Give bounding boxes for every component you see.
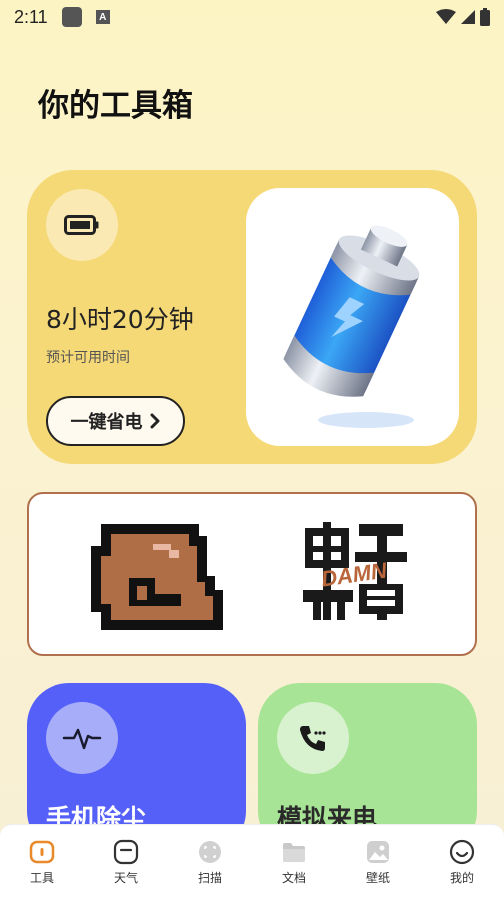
toolbox-icon <box>29 839 55 865</box>
status-bar: 2:11 A <box>0 0 504 34</box>
status-time: 2:11 <box>14 6 48 27</box>
wifi-icon <box>436 9 456 24</box>
nav-label-scan: 扫描 <box>197 871 222 885</box>
banner-art: DAMN <box>91 522 407 630</box>
weather-icon <box>113 839 139 865</box>
nav-label-me: 我的 <box>449 871 474 885</box>
chevron-right-icon <box>150 413 159 429</box>
nav-label-docs: 文档 <box>281 871 306 885</box>
nav-item-scan[interactable]: 扫描 <box>180 839 240 886</box>
tile-icon-circle <box>277 702 349 774</box>
pulse-icon <box>62 728 102 750</box>
battery-icon <box>64 215 99 235</box>
tile-icon-circle <box>46 702 118 774</box>
smile-icon <box>449 839 475 865</box>
pixel-art-icon <box>91 524 223 630</box>
bottom-nav: 工具 天气 扫描 文档 壁纸 我的 <box>0 824 504 897</box>
keyboard-a-icon: A <box>95 10 110 24</box>
status-indicators <box>436 8 490 26</box>
promo-banner[interactable]: DAMN <box>27 492 477 656</box>
scan-icon <box>197 839 223 865</box>
power-save-label: 一键省电 <box>70 412 143 433</box>
page-title: 你的工具箱 <box>38 88 193 124</box>
battery-card[interactable]: 8小时20分钟 预计可用时间 一键省电 <box>27 170 477 464</box>
nav-item-wallpaper[interactable]: 壁纸 <box>348 839 408 886</box>
phone-icon <box>300 726 326 751</box>
signal-icon <box>461 10 475 24</box>
nav-label-wallpaper: 壁纸 <box>365 871 390 885</box>
nav-label-weather: 天气 <box>113 871 138 885</box>
power-save-button[interactable]: 一键省电 <box>46 396 185 446</box>
battery-icon-circle <box>46 189 118 261</box>
battery-subtitle: 预计可用时间 <box>46 350 130 366</box>
app-notification-icon <box>61 7 82 27</box>
nav-item-weather[interactable]: 天气 <box>96 839 156 886</box>
battery-remaining-time: 8小时20分钟 <box>46 305 194 334</box>
nav-item-me[interactable]: 我的 <box>432 839 492 886</box>
nav-item-tools[interactable]: 工具 <box>12 839 72 886</box>
battery-status-icon <box>480 8 490 26</box>
battery-3d-image <box>283 225 420 428</box>
battery-illustration <box>246 188 459 446</box>
wallpaper-icon <box>365 839 391 865</box>
folder-icon <box>281 839 307 865</box>
nav-label-tools: 工具 <box>29 871 54 885</box>
nav-item-docs[interactable]: 文档 <box>264 839 324 886</box>
